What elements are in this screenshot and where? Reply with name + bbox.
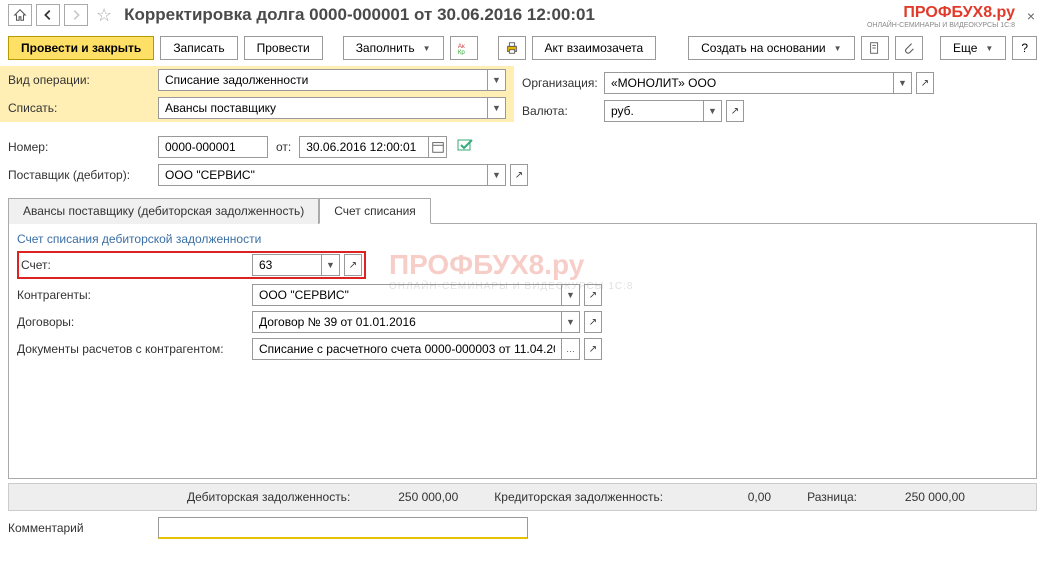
svg-text:Кр: Кр [457,49,465,55]
brand-logo: ПРОФБУХ8.ру ОНЛАЙН-СЕМИНАРЫ И ВИДЕОКУРСЫ… [867,4,1015,29]
attach-icon[interactable] [861,36,889,60]
clip-icon[interactable] [895,36,923,60]
back-icon[interactable] [36,4,60,26]
chevron-down-icon[interactable]: ▼ [488,69,506,91]
open-icon[interactable]: ↗ [584,284,602,306]
home-icon[interactable] [8,4,32,26]
tab-writeoff-account[interactable]: Счет списания [319,198,431,224]
diff-label: Разница: [807,490,857,504]
diff-value: 250 000,00 [865,490,965,504]
number-field[interactable] [158,136,268,158]
open-icon[interactable]: ↗ [726,100,744,122]
fill-button[interactable]: Заполнить▼ [343,36,444,60]
open-icon[interactable]: ↗ [510,164,528,186]
contragent-label: Контрагенты: [17,288,252,302]
section-title: Счет списания дебиторской задолженности [17,232,1028,246]
op-type-label: Вид операции: [8,73,158,87]
forward-icon [64,4,88,26]
contragent-field[interactable] [252,284,562,306]
write-off-label: Списать: [8,101,158,115]
chevron-down-icon[interactable]: ▼ [894,72,912,94]
chevron-down-icon[interactable]: ▼ [562,311,580,333]
supplier-field[interactable] [158,164,488,186]
date-field[interactable] [299,136,429,158]
write-button[interactable]: Записать [160,36,237,60]
docs-field[interactable] [252,338,562,360]
more-button[interactable]: Еще▼ [940,36,1006,60]
supplier-label: Поставщик (дебитор): [8,168,158,182]
post-and-close-button[interactable]: Провести и закрыть [8,36,154,60]
write-off-field[interactable] [158,97,488,119]
account-field[interactable] [252,254,322,276]
chevron-down-icon[interactable]: ▼ [562,284,580,306]
comment-field[interactable] [158,517,528,539]
comment-label: Комментарий [8,521,158,535]
chevron-down-icon[interactable]: ▼ [704,100,722,122]
contract-field[interactable] [252,311,562,333]
credit-label: Кредиторская задолженность: [494,490,663,504]
credit-value: 0,00 [671,490,771,504]
open-icon[interactable]: ↗ [344,254,362,276]
currency-label: Валюта: [522,104,604,118]
date-label: от: [276,140,291,154]
org-label: Организация: [522,76,604,90]
dk-button[interactable]: АкКр [450,36,478,60]
open-icon[interactable]: ↗ [916,72,934,94]
chevron-down-icon[interactable]: ▼ [322,254,340,276]
help-icon[interactable]: ? [1012,36,1037,60]
tab-advances[interactable]: Авансы поставщику (дебиторская задолженн… [8,198,319,224]
chevron-down-icon[interactable]: ▼ [488,164,506,186]
org-field[interactable] [604,72,894,94]
open-icon[interactable]: ↗ [584,311,602,333]
chevron-down-icon[interactable]: ▼ [488,97,506,119]
debit-value: 250 000,00 [358,490,458,504]
print-icon[interactable] [498,36,526,60]
debit-label: Дебиторская задолженность: [187,490,350,504]
create-based-button[interactable]: Создать на основании▼ [688,36,854,60]
close-icon[interactable]: × [1027,8,1035,24]
ellipsis-icon[interactable]: … [562,338,580,360]
favorite-icon[interactable]: ☆ [96,5,112,26]
page-title: Корректировка долга 0000-000001 от 30.06… [124,5,595,25]
op-type-field[interactable] [158,69,488,91]
account-label: Счет: [21,258,252,272]
open-icon[interactable]: ↗ [584,338,602,360]
number-label: Номер: [8,140,158,154]
post-button[interactable]: Провести [244,36,323,60]
calendar-icon[interactable] [429,136,447,158]
act-button[interactable]: Акт взаимозачета [532,36,657,60]
contract-label: Договоры: [17,315,252,329]
currency-field[interactable] [604,100,704,122]
docs-label: Документы расчетов с контрагентом: [17,342,252,356]
status-icon [457,139,473,156]
